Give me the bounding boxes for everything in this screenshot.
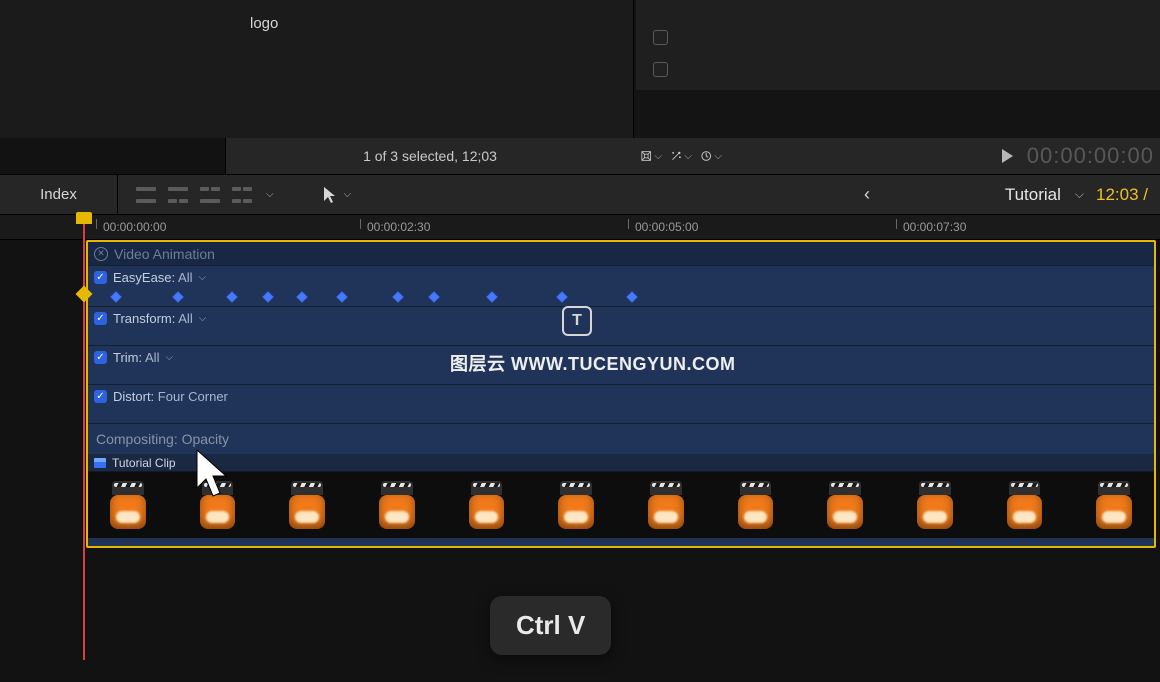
inspector-checkbox-1[interactable]	[653, 30, 668, 45]
ruler-tick: 00:00:05:00	[628, 215, 698, 239]
keyframe-diamond[interactable]	[262, 291, 273, 302]
animation-track: ✓ Transform: All ⌵	[88, 307, 1154, 346]
ruler-tick: 00:00:02:30	[360, 215, 430, 239]
clip-icon	[94, 458, 106, 468]
browser-item-label[interactable]: logo	[250, 15, 278, 32]
track-label: Distort: Four Corner	[113, 389, 228, 404]
video-animation-header: ✕ Video Animation	[88, 242, 1154, 266]
track-label: EasyEase: All	[113, 270, 193, 285]
browser-panel: logo	[0, 0, 634, 138]
animation-track: ✓ Distort: Four Corner	[88, 385, 1154, 424]
clip-appearance-3[interactable]	[200, 187, 220, 203]
chevron-down-icon[interactable]: ⌵	[199, 313, 207, 324]
ruler-tick: 00:00:00:00	[96, 215, 166, 239]
clip-thumbnail	[289, 481, 325, 529]
chevron-down-icon: ⌵	[654, 151, 662, 162]
clip-thumbnail	[558, 481, 594, 529]
close-icon[interactable]: ✕	[94, 247, 108, 261]
clip-thumbnail	[738, 481, 774, 529]
watermark-text: 图层云 WWW.TUCENGYUN.COM	[450, 350, 735, 376]
browser-inspector-area: logo	[0, 0, 1160, 138]
viewer-transform-tools: ⌵ ⌵ ⌵	[640, 138, 722, 174]
keyframe-diamond[interactable]	[626, 291, 637, 302]
track-label: Trim: All	[113, 350, 159, 365]
timeline-project-title[interactable]: Tutorial	[1005, 185, 1061, 205]
clip-thumbnail	[379, 481, 415, 529]
ruler-tick: 00:00:07:30	[896, 215, 966, 239]
clip-thumbnail	[469, 481, 505, 529]
clip-title: Tutorial Clip	[112, 456, 176, 470]
keyframe-diamond[interactable]	[556, 291, 567, 302]
video-animation-panel: ✕ Video Animation ✓ EasyEase: All ⌵ ✓ Transf…	[86, 240, 1156, 548]
animation-track-header[interactable]: ✓ Distort: Four Corner	[88, 385, 1154, 407]
track-enabled-checkbox[interactable]: ✓	[94, 351, 107, 364]
track-enabled-checkbox[interactable]: ✓	[94, 312, 107, 325]
viewer-toolbar: 1 of 3 selected, 12;03 ⌵ ⌵ ⌵ 00:00:0	[0, 138, 1160, 174]
text-tool-badge: T	[562, 306, 592, 336]
time-ruler[interactable]: 00:00:00:00 00:00:02:30 00:00:05:00 00:00:0…	[0, 214, 1160, 240]
clip-appearance-4[interactable]	[232, 187, 252, 203]
retime-tool-button[interactable]: ⌵	[700, 145, 722, 167]
timeline-history-back[interactable]: ‹	[864, 184, 870, 205]
video-animation-title: Video Animation	[114, 246, 215, 262]
chevron-down-icon[interactable]: ⌵	[266, 189, 274, 200]
compositing-opacity-label[interactable]: Compositing: Opacity	[88, 424, 1154, 454]
chevron-down-icon[interactable]: ⌵	[1075, 187, 1084, 202]
animation-track: ✓ EasyEase: All ⌵	[88, 266, 1154, 307]
viewer-play-area: 00:00:00:00	[1002, 138, 1160, 174]
track-enabled-checkbox[interactable]: ✓	[94, 390, 107, 403]
timeline-index-button[interactable]: Index	[0, 175, 118, 215]
enhance-tool-button[interactable]: ⌵	[670, 145, 692, 167]
timeline-toolbar: Index ⌵ ⌵ ‹ Tutorial ⌵ 12:03 /	[0, 174, 1160, 214]
cursor-arrow	[192, 448, 232, 500]
animation-track-header[interactable]: ✓ EasyEase: All ⌵	[88, 266, 1154, 288]
chevron-down-icon[interactable]: ⌵	[165, 352, 173, 363]
retime-icon	[700, 146, 712, 166]
chevron-down-icon: ⌵	[714, 151, 722, 162]
keyframe-diamond[interactable]	[428, 291, 439, 302]
track-enabled-checkbox[interactable]: ✓	[94, 271, 107, 284]
keyframe-row[interactable]	[88, 288, 1154, 306]
keyframe-diamond[interactable]	[336, 291, 347, 302]
keyframe-diamond[interactable]	[110, 291, 121, 302]
chevron-down-icon: ⌵	[684, 151, 692, 162]
keyframe-diamond[interactable]	[296, 291, 307, 302]
chevron-down-icon[interactable]: ⌵	[199, 272, 207, 283]
play-button[interactable]	[1002, 149, 1013, 163]
browser-panel-footer	[0, 138, 226, 174]
chevron-down-icon: ⌵	[344, 189, 352, 200]
clip-thumbnail	[1096, 481, 1132, 529]
keyframe-diamond[interactable]	[172, 291, 183, 302]
clip-appearance-1[interactable]	[136, 187, 156, 203]
viewer-timecode: 00:00:00:00	[1027, 143, 1154, 169]
inspector-panel	[636, 0, 1160, 90]
clip-title-bar: Tutorial Clip	[88, 454, 1154, 472]
clip-thumbnail	[917, 481, 953, 529]
crop-icon	[640, 146, 652, 166]
clip-thumbnail-strip[interactable]	[88, 472, 1154, 538]
playhead-handle[interactable]	[76, 212, 92, 224]
animation-track-header[interactable]: ✓ Transform: All ⌵	[88, 307, 1154, 329]
clip-thumbnail	[648, 481, 684, 529]
keyframe-diamond[interactable]	[486, 291, 497, 302]
pointer-icon	[322, 186, 338, 204]
keyframe-diamond[interactable]	[392, 291, 403, 302]
track-label: Transform: All	[113, 311, 193, 326]
clip-thumbnail	[827, 481, 863, 529]
clip-thumbnail	[1007, 481, 1043, 529]
keyframe-diamond[interactable]	[226, 291, 237, 302]
timeline-title-area: Tutorial ⌵ 12:03 /	[1005, 185, 1148, 205]
inspector-checkbox-2[interactable]	[653, 62, 668, 77]
selection-status: 1 of 3 selected, 12;03	[226, 138, 634, 174]
clip-appearance-2[interactable]	[168, 187, 188, 203]
crop-tool-button[interactable]: ⌵	[640, 145, 662, 167]
clip-appearance-buttons: ⌵	[118, 187, 292, 203]
wand-icon	[670, 146, 682, 166]
keyboard-shortcut-overlay: Ctrl V	[490, 596, 611, 655]
clip-thumbnail	[110, 481, 146, 529]
timeline-timecode: 12:03 /	[1096, 185, 1148, 205]
select-tool-button[interactable]: ⌵	[322, 186, 352, 204]
